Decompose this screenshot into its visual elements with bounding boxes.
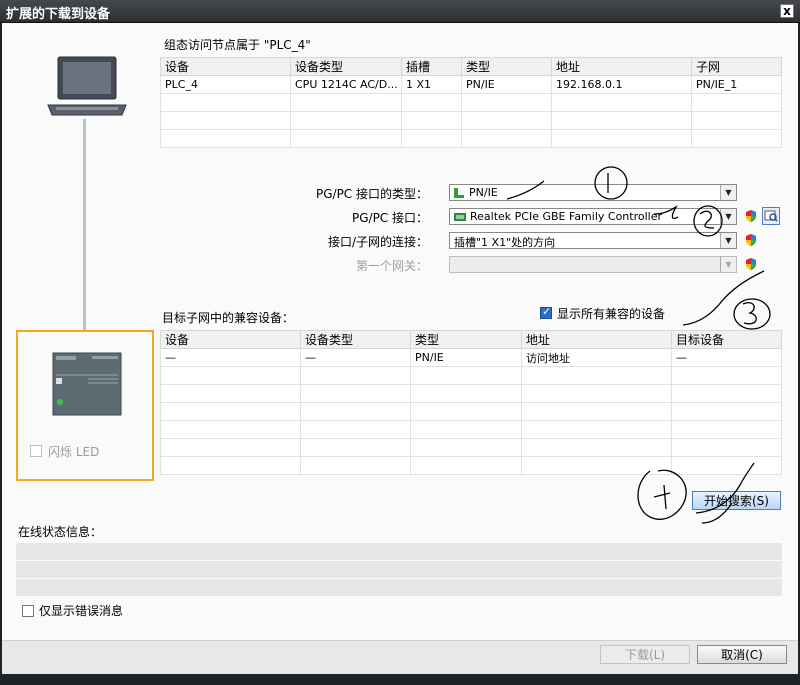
show-all-checkbox[interactable] (540, 305, 552, 319)
target-col-type: 类型 (410, 330, 522, 349)
target-col-device-type: 设备类型 (300, 330, 411, 349)
empty-table-row (160, 384, 782, 403)
gateway-combo: ▼ (449, 256, 737, 273)
empty-table-row (160, 402, 782, 421)
shield-icon[interactable] (744, 233, 758, 247)
target-col-address: 地址 (521, 330, 672, 349)
load-button[interactable]: 下载(L) (600, 645, 690, 664)
target-table-header: 设备 设备类型 类型 地址 目标设备 (160, 330, 782, 349)
chevron-down-icon[interactable]: ▼ (720, 185, 736, 200)
status-section-heading: 在线状态信息： (18, 525, 103, 539)
cancel-button[interactable]: 取消(C) (697, 645, 787, 664)
table-cell: — (671, 348, 782, 367)
target-section-heading: 目标子网中的兼容设备： (162, 311, 295, 325)
download-dialog: 扩展的下载到设备 x 闪烁 LED 组态访问节点属于 "PLC_4" 设备 设备… (0, 0, 800, 685)
table-cell: PN/IE (410, 348, 522, 367)
target-table: 设备 设备类型 类型 地址 目标设备 — — PN/IE 访问地址 — (160, 330, 782, 475)
config-col-address: 地址 (551, 57, 692, 76)
magnifier-icon (764, 210, 778, 222)
table-cell: — (300, 348, 411, 367)
pgpc-type-value: PN/IE (469, 186, 498, 199)
pgpc-type-combo[interactable]: PN/IE ▼ (449, 184, 737, 201)
config-section-heading: 组态访问节点属于 "PLC_4" (164, 38, 311, 52)
close-button[interactable]: x (780, 4, 794, 18)
table-cell: 192.168.0.1 (551, 75, 692, 94)
config-col-slot: 插槽 (401, 57, 462, 76)
config-col-type: 类型 (461, 57, 552, 76)
connection-value: 插槽"1 X1"处的方向 (454, 236, 556, 249)
table-cell: 访问地址 (521, 348, 672, 367)
table-row[interactable]: — — PN/IE 访问地址 — (160, 348, 782, 367)
chevron-down-icon[interactable]: ▼ (720, 233, 736, 248)
table-cell: PN/IE (461, 75, 552, 94)
title-bar: 扩展的下载到设备 x (0, 0, 800, 23)
flash-led-checkbox[interactable] (30, 445, 42, 457)
pgpc-interface-combo[interactable]: Realtek PCIe GBE Family Controller ▼ (449, 208, 737, 225)
config-col-device: 设备 (160, 57, 291, 76)
table-cell: — (160, 348, 301, 367)
empty-table-row (160, 420, 782, 439)
network-card-icon (454, 213, 466, 221)
table-cell: CPU 1214C AC/D... (290, 75, 402, 94)
properties-button[interactable] (762, 207, 780, 225)
table-cell: PN/IE_1 (691, 75, 782, 94)
shield-icon[interactable] (744, 209, 758, 223)
pgpc-type-label: PG/PC 接口的类型： (315, 187, 428, 201)
config-table-header: 设备 设备类型 插槽 类型 地址 子网 (160, 57, 782, 76)
connection-label: 接口/子网的连接： (327, 235, 428, 249)
empty-table-row (160, 438, 782, 457)
pgpc-interface-label: PG/PC 接口： (351, 211, 428, 225)
target-device-panel: 闪烁 LED (16, 330, 154, 481)
target-col-target-device: 目标设备 (671, 330, 782, 349)
table-cell: PLC_4 (160, 75, 291, 94)
dialog-client-area: 闪烁 LED 组态访问节点属于 "PLC_4" 设备 设备类型 插槽 类型 地址… (2, 23, 798, 640)
flash-led-label: 闪烁 LED (48, 445, 100, 459)
config-col-device-type: 设备类型 (290, 57, 402, 76)
empty-table-row (160, 456, 782, 475)
plc-device-icon (52, 352, 122, 416)
status-line (16, 561, 782, 579)
errors-only-label: 仅显示错误消息 (39, 604, 124, 618)
pgpc-interface-value: Realtek PCIe GBE Family Controller (470, 210, 663, 223)
config-table: 设备 设备类型 插槽 类型 地址 子网 PLC_4 CPU 1214C AC/D… (160, 57, 782, 148)
shield-icon[interactable] (744, 257, 758, 271)
window-title: 扩展的下载到设备 (6, 7, 111, 22)
table-cell: 1 X1 (401, 75, 462, 94)
chevron-down-icon[interactable]: ▼ (720, 209, 736, 224)
connection-combo[interactable]: 插槽"1 X1"处的方向 ▼ (449, 232, 737, 249)
config-col-subnet: 子网 (691, 57, 782, 76)
errors-only-checkbox[interactable] (22, 605, 34, 617)
empty-table-row (160, 93, 782, 112)
empty-table-row (160, 366, 782, 385)
gateway-label: 第一个网关： (355, 259, 428, 273)
show-all-label: 显示所有兼容的设备 (557, 307, 666, 321)
target-col-device: 设备 (160, 330, 301, 349)
table-row[interactable]: PLC_4 CPU 1214C AC/D... 1 X1 PN/IE 192.1… (160, 75, 782, 94)
status-line (16, 579, 782, 597)
pg-laptop-icon (47, 56, 127, 116)
window-bottom-border (0, 674, 800, 685)
status-line (16, 543, 782, 561)
chevron-down-icon: ▼ (720, 257, 736, 272)
connection-line (83, 119, 86, 359)
dialog-footer: 下载(L) 取消(C) (2, 640, 798, 674)
network-type-icon (454, 188, 464, 198)
start-search-button[interactable]: 开始搜索(S) (692, 491, 781, 510)
empty-table-row (160, 111, 782, 130)
empty-table-row (160, 129, 782, 148)
